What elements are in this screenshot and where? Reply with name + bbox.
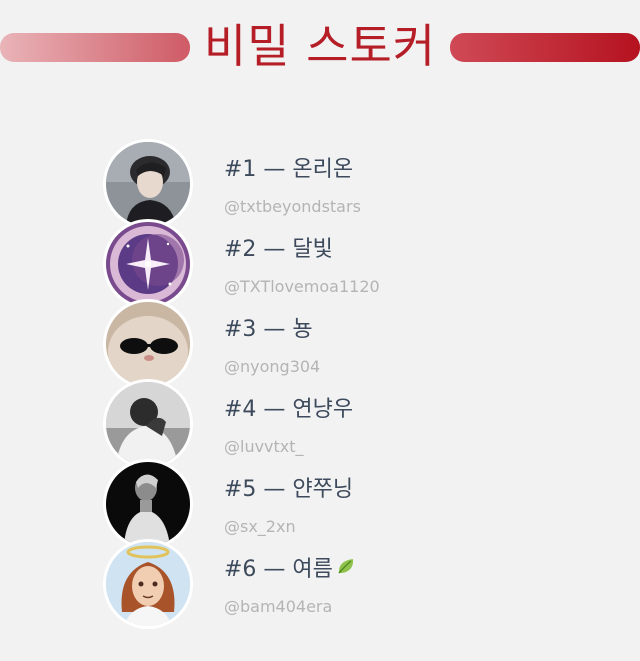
list-item[interactable]: #4 — 연냥우 @luvvtxt_ (103, 379, 523, 469)
list-item[interactable]: #2 — 달빛 @TXTlovemoa1120 (103, 219, 523, 309)
member-name: #1 — 온리온 (224, 157, 354, 182)
member-name: #5 — 얀쭈닝 (224, 477, 354, 502)
avatar[interactable] (103, 539, 193, 629)
list-item[interactable]: #5 — 얀쭈닝 @sx_2xn (103, 459, 523, 549)
avatar[interactable] (103, 459, 193, 549)
member-name: #4 — 연냥우 (224, 397, 354, 422)
list-item[interactable]: #6 — 여름 @bam404era (103, 539, 523, 629)
angel-character-icon (106, 542, 190, 626)
avatar[interactable] (103, 299, 193, 389)
leaf-icon (336, 556, 356, 584)
member-handle[interactable]: @luvvtxt_ (224, 437, 304, 457)
member-name: #2 — 달빛 (224, 237, 333, 262)
list-item[interactable]: #3 — 뇽 @nyong304 (103, 299, 523, 389)
member-handle[interactable]: @TXTlovemoa1120 (224, 277, 380, 297)
member-name-text: #6 — 여름 (224, 557, 333, 582)
person-portrait-icon (106, 142, 190, 226)
person-bw-icon (106, 382, 190, 466)
moon-star-icon (106, 222, 190, 306)
header-bar-right (450, 33, 640, 62)
avatar[interactable] (103, 219, 193, 309)
header-bar-left (0, 33, 190, 62)
avatar[interactable] (103, 379, 193, 469)
member-name: #6 — 여름 (224, 556, 356, 584)
member-handle[interactable]: @sx_2xn (224, 517, 296, 537)
cat-sunglasses-icon (106, 302, 190, 386)
avatar[interactable] (103, 139, 193, 229)
member-list: #1 — 온리온 @txtbeyondstars #2 — 달빛 @TXTlov… (103, 139, 523, 629)
person-dark-icon (106, 462, 190, 546)
list-item[interactable]: #1 — 온리온 @txtbeyondstars (103, 139, 523, 229)
member-handle[interactable]: @nyong304 (224, 357, 320, 377)
member-handle[interactable]: @txtbeyondstars (224, 197, 361, 217)
member-handle[interactable]: @bam404era (224, 597, 332, 617)
member-name: #3 — 뇽 (224, 317, 313, 342)
page-header: 비밀 스토커 (0, 12, 640, 84)
page-title: 비밀 스토커 (203, 19, 437, 73)
